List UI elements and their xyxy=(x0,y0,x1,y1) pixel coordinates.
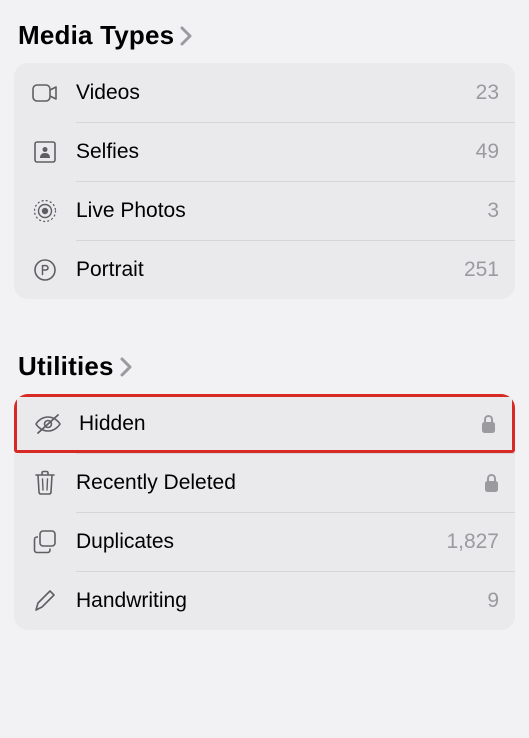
item-label: Portrait xyxy=(76,258,464,282)
portrait-icon xyxy=(30,258,60,282)
trash-icon xyxy=(30,470,60,496)
media-types-list: Videos 23 Selfies 49 Liv xyxy=(14,63,515,299)
lock-icon xyxy=(484,473,499,493)
item-label: Hidden xyxy=(79,412,481,436)
utilities-title: Utilities xyxy=(18,351,114,382)
item-label: Videos xyxy=(76,81,476,105)
item-value: 1,827 xyxy=(446,530,499,554)
item-value: 23 xyxy=(476,81,499,105)
item-label: Duplicates xyxy=(76,530,446,554)
item-label: Selfies xyxy=(76,140,476,164)
media-types-header[interactable]: Media Types xyxy=(14,0,515,63)
list-item-hidden[interactable]: Hidden xyxy=(14,394,515,453)
list-item-recently-deleted[interactable]: Recently Deleted xyxy=(14,453,515,512)
lock-icon xyxy=(481,414,496,434)
selfies-icon xyxy=(30,141,60,163)
item-value: 49 xyxy=(476,140,499,164)
list-item-selfies[interactable]: Selfies 49 xyxy=(14,122,515,181)
hidden-icon xyxy=(33,413,63,435)
list-item-portrait[interactable]: Portrait 251 xyxy=(14,240,515,299)
media-types-section: Media Types Videos 23 xyxy=(0,0,529,299)
chevron-right-icon xyxy=(180,26,193,46)
handwriting-icon xyxy=(30,589,60,613)
utilities-section: Utilities Hidden xyxy=(0,331,529,630)
chevron-right-icon xyxy=(120,357,133,377)
item-label: Live Photos xyxy=(76,199,487,223)
list-item-videos[interactable]: Videos 23 xyxy=(14,63,515,122)
item-label: Handwriting xyxy=(76,589,487,613)
list-item-live-photos[interactable]: Live Photos 3 xyxy=(14,181,515,240)
utilities-header[interactable]: Utilities xyxy=(14,331,515,394)
live-photos-icon xyxy=(30,199,60,223)
duplicates-icon xyxy=(30,530,60,554)
item-label: Recently Deleted xyxy=(76,471,484,495)
video-icon xyxy=(30,84,60,102)
list-item-duplicates[interactable]: Duplicates 1,827 xyxy=(14,512,515,571)
item-value: 3 xyxy=(487,199,499,223)
item-value: 251 xyxy=(464,258,499,282)
utilities-list: Hidden Recently Deleted xyxy=(14,394,515,630)
media-types-title: Media Types xyxy=(18,20,174,51)
item-value: 9 xyxy=(487,589,499,613)
list-item-handwriting[interactable]: Handwriting 9 xyxy=(14,571,515,630)
